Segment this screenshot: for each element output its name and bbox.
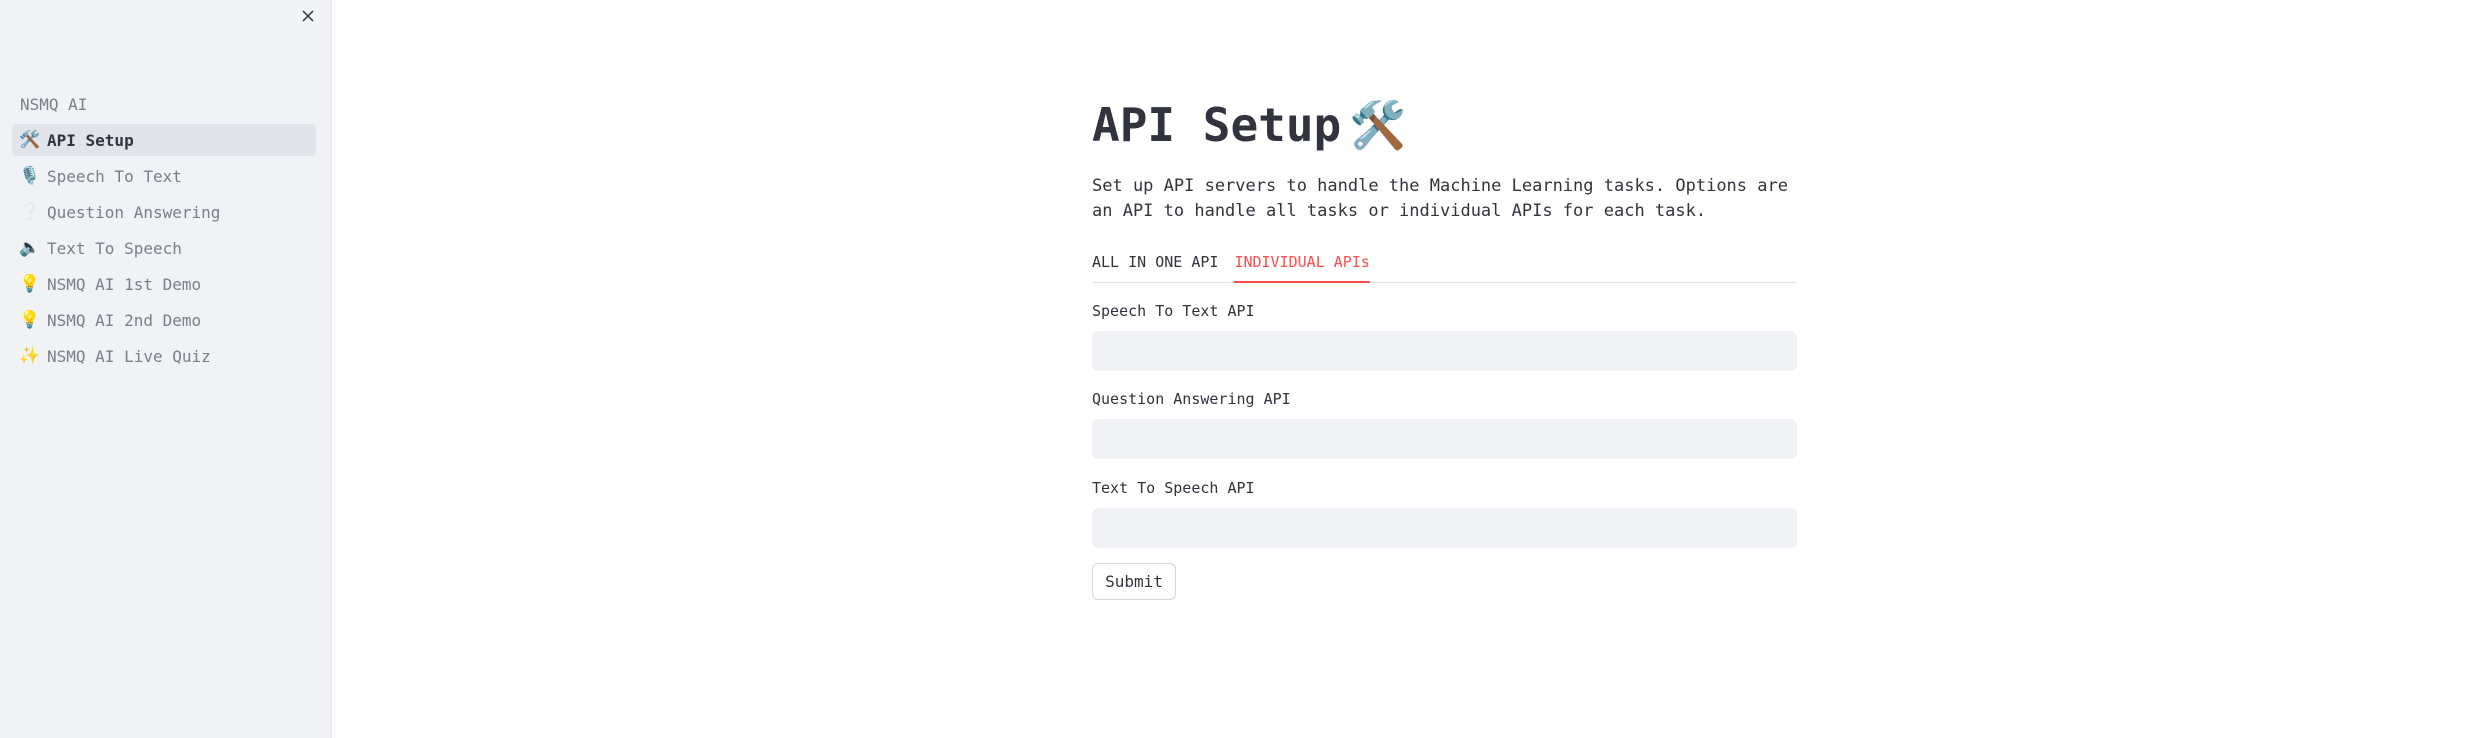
sidebar-item-label: Question Answering [47,202,221,222]
sidebar-item-question-answering[interactable]: ❔ Question Answering [12,196,316,228]
sidebar: NSMQ AI 🛠️ API Setup 🎙️ Speech To Text ❔… [0,0,332,738]
microphone-icon: 🎙️ [19,166,41,186]
sidebar-item-speech-to-text[interactable]: 🎙️ Speech To Text [12,160,316,192]
close-icon [302,10,314,22]
question-answering-api-label: Question Answering API [1092,390,1291,408]
text-to-speech-api-input[interactable] [1092,508,1797,548]
app-window: NSMQ AI 🛠️ API Setup 🎙️ Speech To Text ❔… [0,0,2477,738]
sidebar-item-label: Text To Speech [47,238,182,258]
hammer-wrench-icon: 🛠️ [1349,98,1407,152]
sparkles-icon: ✨ [19,346,41,366]
sidebar-item-nsmq-ai-1st-demo[interactable]: 💡 NSMQ AI 1st Demo [12,268,316,300]
tab-individual-apis[interactable]: INDIVIDUAL APIs [1234,248,1370,283]
hammer-wrench-icon: 🛠️ [19,130,41,150]
page-title: API Setup 🛠️ [1092,98,1407,153]
speech-to-text-api-label: Speech To Text API [1092,302,1255,320]
page-description: Set up API servers to handle the Machine… [1092,176,1788,221]
sidebar-app-name: NSMQ AI [20,95,88,114]
sidebar-item-label: API Setup [47,130,134,150]
sidebar-item-nsmq-ai-2nd-demo[interactable]: 💡 NSMQ AI 2nd Demo [12,304,316,336]
submit-button[interactable]: Submit [1092,563,1176,600]
sidebar-item-label: NSMQ AI 2nd Demo [47,310,202,330]
lightbulb-icon: 💡 [19,310,41,330]
lightbulb-icon: 💡 [19,274,41,294]
question-icon: ❔ [19,202,41,222]
text-to-speech-api-label: Text To Speech API [1092,479,1255,497]
speaker-icon: 🔈 [19,238,41,258]
page-title-text: API Setup [1092,98,1342,152]
sidebar-item-label: NSMQ AI 1st Demo [47,274,202,294]
sidebar-item-label: NSMQ AI Live Quiz [47,346,211,366]
question-answering-api-input[interactable] [1092,419,1797,459]
sidebar-item-api-setup[interactable]: 🛠️ API Setup [12,124,316,156]
sidebar-item-nsmq-ai-live-quiz[interactable]: ✨ NSMQ AI Live Quiz [12,340,316,372]
speech-to-text-api-input[interactable] [1092,331,1797,371]
sidebar-nav: 🛠️ API Setup 🎙️ Speech To Text ❔ Questio… [12,124,316,376]
tab-all-in-one-api[interactable]: ALL IN ONE API [1092,248,1218,281]
sidebar-item-text-to-speech[interactable]: 🔈 Text To Speech [12,232,316,264]
sidebar-item-label: Speech To Text [47,166,182,186]
close-sidebar-button[interactable] [296,4,320,28]
api-mode-tabs: ALL IN ONE API INDIVIDUAL APIs [1092,248,1797,283]
